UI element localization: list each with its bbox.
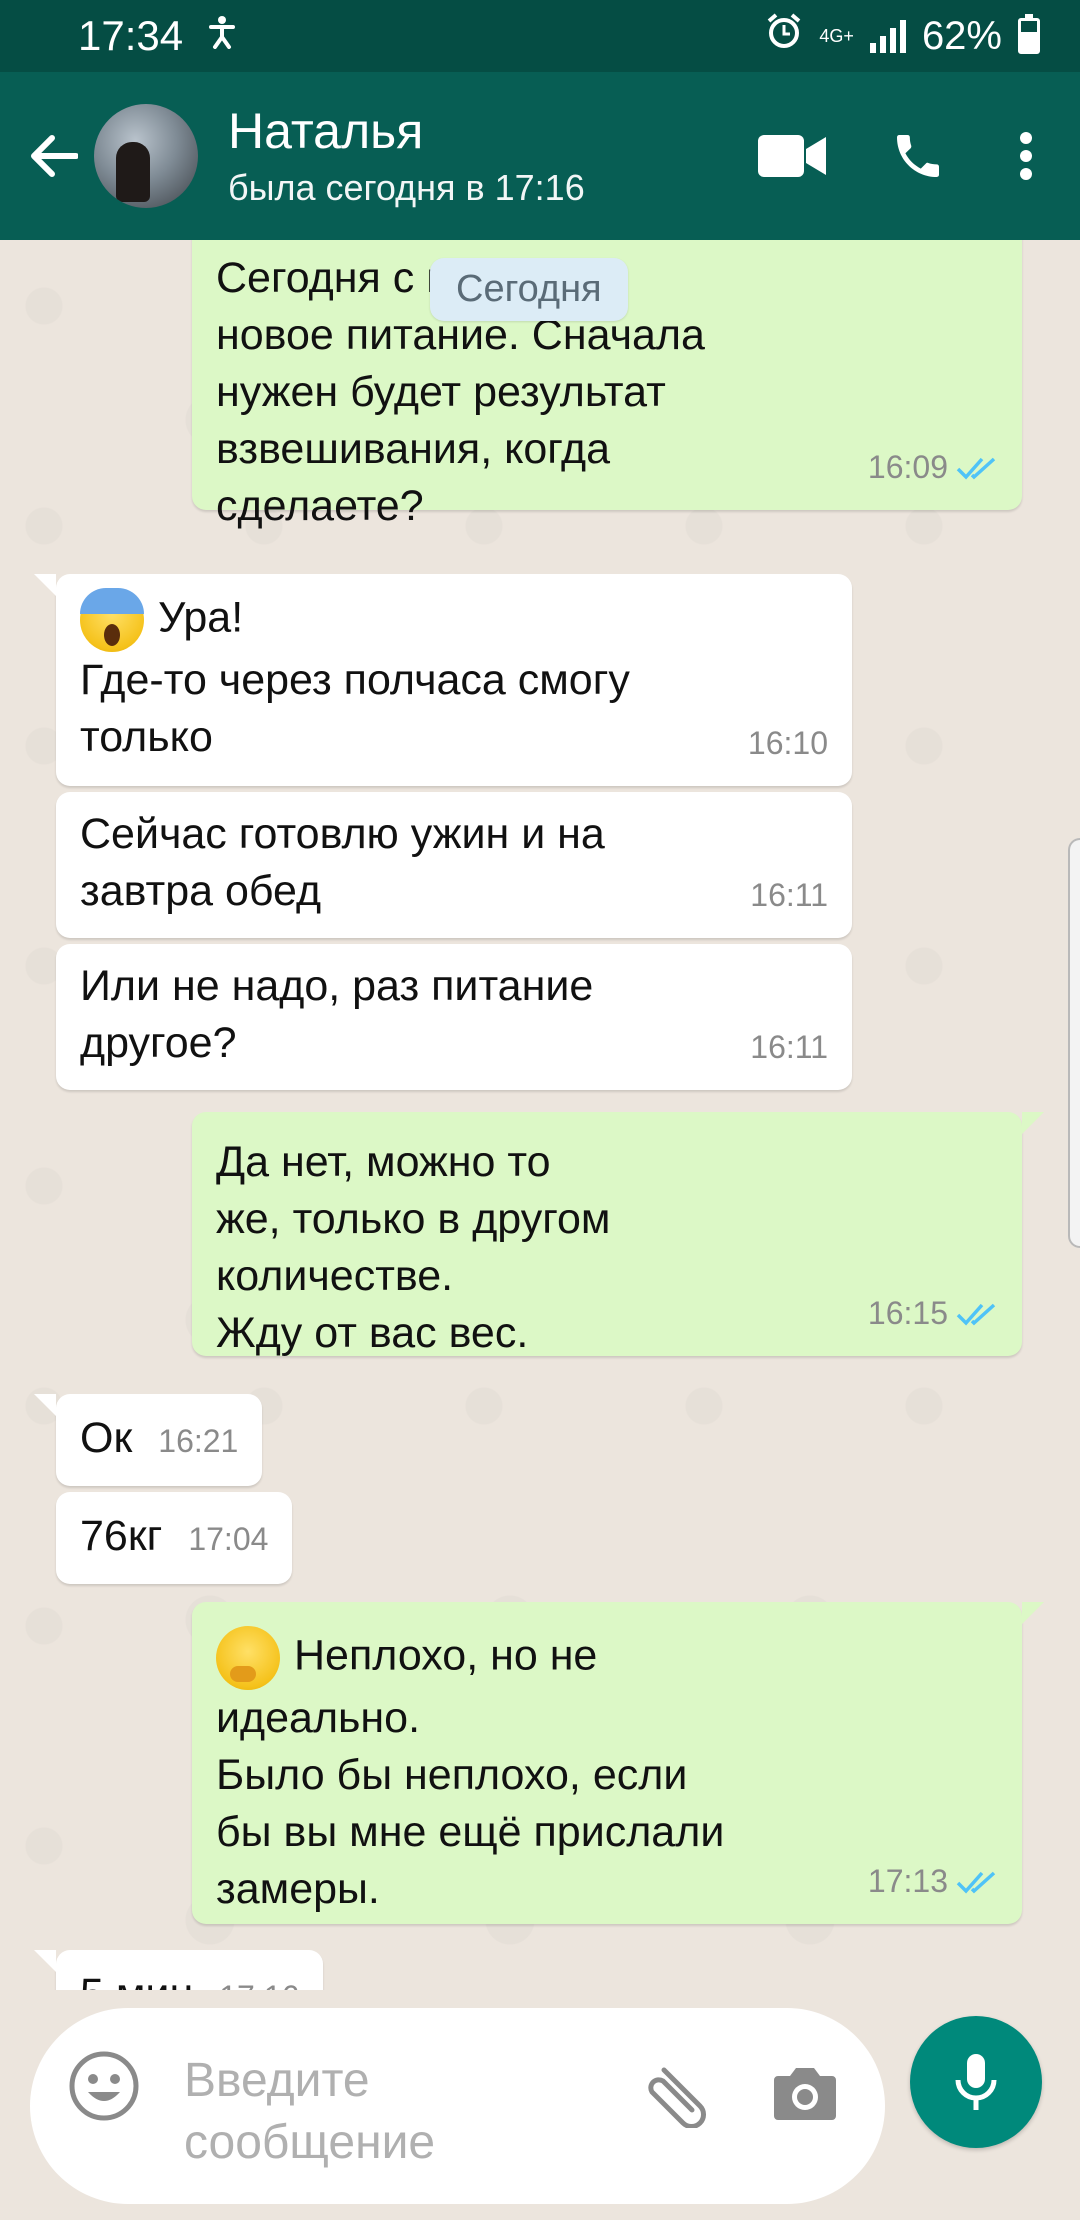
message-meta: 16:11 (750, 867, 828, 924)
double-check-icon (956, 1871, 996, 1894)
voice-call-button[interactable] (868, 106, 968, 206)
message-time: 17:13 (867, 1863, 948, 1899)
phone-icon (897, 135, 939, 177)
message-text: Ок (80, 1414, 133, 1462)
accessibility-icon (207, 15, 237, 58)
status-indicators: 4G+ 62% (765, 12, 1040, 60)
message-text: 5 мин (80, 1970, 193, 1990)
more-vertical-icon (1020, 132, 1032, 180)
message-time: 16:15 (867, 1295, 948, 1331)
message-list[interactable]: Сегодня с вами новое питание. Сначала ну… (0, 240, 1080, 1990)
camera-button[interactable] (760, 2048, 850, 2138)
message-meta: 16:09 (868, 439, 998, 496)
battery-icon (1018, 14, 1040, 54)
battery-percent: 62% (921, 13, 1002, 58)
avatar[interactable] (94, 104, 198, 208)
network-type: 4G+ (819, 26, 854, 46)
status-bar: 17:34 4G+ 62% (0, 0, 1080, 72)
message-text: Неплохо, но не идеально. Было бы неплохо… (216, 1631, 725, 1913)
contact-info[interactable]: Наталья была сегодня в 17:16 (228, 102, 585, 210)
microphone-icon (955, 2054, 997, 2110)
message-text: Сейчас готовлю ужин и на завтра обед (80, 810, 605, 915)
camera-icon (774, 2068, 836, 2120)
message-incoming[interactable]: Ок 16:21 (33, 1394, 263, 1486)
scroll-thumb[interactable] (1068, 838, 1080, 1248)
message-meta: 16:10 (748, 715, 828, 772)
double-check-icon (956, 457, 996, 480)
status-time: 17:34 (78, 12, 184, 59)
double-check-icon (956, 1303, 996, 1326)
message-time: 16:21 (158, 1423, 239, 1459)
thinking-face-emoji (216, 1626, 280, 1690)
voice-record-button[interactable] (910, 2016, 1042, 2148)
message-meta: 16:15 (868, 1285, 998, 1342)
message-incoming[interactable]: 76кг 17:04 (56, 1492, 293, 1584)
face-screaming-emoji (80, 588, 144, 652)
emoji-button[interactable] (56, 2038, 152, 2134)
message-text: Ура! Где-то через полчаса смогу только (80, 593, 630, 761)
message-input[interactable] (184, 2050, 624, 2200)
message-incoming[interactable]: Ура! Где-то через полчаса смогу только 1… (34, 574, 852, 786)
message-meta: 16:11 (750, 1019, 828, 1076)
video-call-button[interactable] (742, 106, 842, 206)
message-composer (30, 2008, 885, 2204)
arrow-left-icon (31, 135, 78, 177)
more-options-button[interactable] (976, 106, 1076, 206)
message-time: 17:16 (219, 1979, 299, 1990)
message-incoming[interactable]: 5 мин 17:16 (33, 1950, 324, 1990)
attach-button[interactable] (632, 2048, 722, 2138)
chat-header: Наталья была сегодня в 17:16 (0, 72, 1080, 240)
smiley-icon (69, 2051, 139, 2121)
message-time: 16:10 (747, 725, 828, 761)
message-time: 16:09 (867, 449, 948, 485)
last-seen-status: была сегодня в 17:16 (228, 167, 585, 208)
alarm-icon (765, 12, 803, 60)
message-time: 16:11 (750, 1029, 828, 1065)
message-outgoing[interactable]: Да нет, можно то же, только в другом кол… (192, 1112, 1044, 1357)
contact-name: Наталья (228, 103, 424, 159)
message-time: 17:04 (188, 1521, 269, 1557)
message-incoming[interactable]: Или не надо, раз питание другое? 16:11 (56, 944, 852, 1090)
paperclip-icon (648, 2067, 706, 2128)
video-camera-icon (758, 135, 826, 177)
message-time: 16:11 (750, 877, 828, 913)
signal-icon (869, 19, 906, 53)
back-button[interactable] (14, 116, 94, 196)
message-text: 76кг (80, 1512, 163, 1560)
message-meta: 17:13 (868, 1853, 998, 1910)
message-outgoing[interactable]: Неплохо, но не идеально. Было бы неплохо… (192, 1602, 1044, 1924)
message-incoming[interactable]: Сейчас готовлю ужин и на завтра обед 16:… (56, 792, 852, 938)
message-text: Или не надо, раз питание другое? (80, 962, 594, 1067)
date-separator: Сегодня (430, 258, 628, 321)
